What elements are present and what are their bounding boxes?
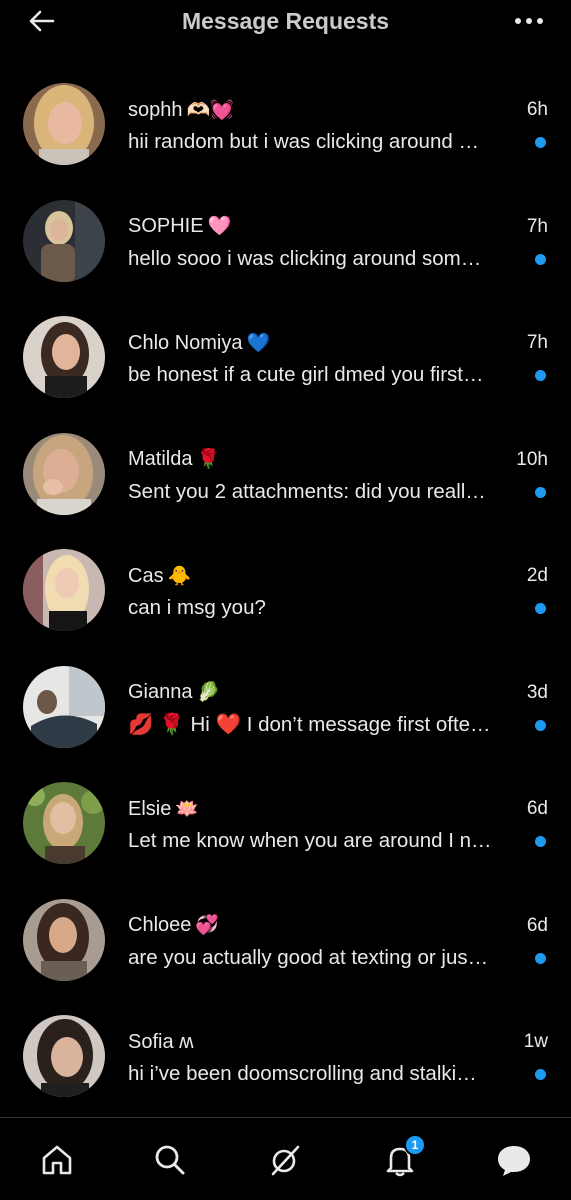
message-preview: are you actually good at texting or jus…	[128, 945, 489, 969]
home-icon	[42, 1145, 72, 1175]
message-request-row[interactable]: Sofia ʍ 1w hi i’ve been doomscrolling an…	[0, 1002, 571, 1119]
avatar[interactable]	[23, 898, 105, 981]
avatar[interactable]	[23, 199, 105, 282]
timestamp: 6d	[526, 914, 548, 936]
name-emoji: 💞	[195, 914, 220, 936]
sender-name: sophh	[128, 98, 183, 121]
timestamp: 10h	[516, 448, 548, 470]
message-request-row[interactable]: Gianna 🥬 3d 💋 🌹 Hi ❤️ I don’t message fi…	[0, 653, 571, 770]
back-arrow-icon	[29, 10, 55, 32]
unread-indicator	[535, 836, 546, 847]
nav-notifications[interactable]: 1	[380, 1134, 426, 1180]
message-preview: be honest if a cute girl dmed you first…	[128, 363, 484, 386]
sender-name: Matilda	[128, 448, 193, 470]
message-preview: hii random but i was clicking around …	[128, 130, 479, 153]
name-emoji: 💙	[246, 331, 271, 354]
sender-name: Chloee	[128, 914, 192, 936]
message-preview: Sent you 2 attachments: did you reall…	[128, 479, 486, 503]
name-emoji: 🩷	[207, 215, 232, 237]
unread-indicator	[535, 486, 546, 498]
message-preview: hello sooo i was clicking around som…	[128, 246, 482, 270]
bottom-nav: 1	[0, 1117, 571, 1200]
avatar[interactable]	[23, 316, 105, 398]
timestamp: 6h	[526, 99, 548, 120]
nav-messages[interactable]	[494, 1140, 534, 1180]
back-button[interactable]	[24, 4, 58, 38]
header: Message Requests	[0, 0, 571, 44]
messages-icon	[498, 1146, 530, 1176]
page-title: Message Requests	[181, 7, 390, 34]
message-requests-screen: Message Requests sophh 🫶🏻💓 6h hii random…	[0, 0, 571, 1200]
sender-name: Cas	[128, 564, 164, 587]
grok-icon	[271, 1145, 300, 1176]
notification-badge: 1	[404, 1134, 426, 1156]
avatar[interactable]	[23, 549, 105, 631]
more-icon	[515, 18, 543, 24]
nav-grok[interactable]	[265, 1140, 305, 1180]
avatar[interactable]	[23, 665, 105, 748]
timestamp: 3d	[526, 681, 548, 703]
name-emoji: 🫶🏻💓	[186, 98, 234, 121]
name-emoji: 🥬	[196, 681, 221, 703]
sender-name: SOPHIE	[128, 215, 204, 237]
sender-name: Sofia ʍ	[128, 1030, 194, 1053]
sender-name: Gianna	[128, 681, 193, 703]
avatar[interactable]	[23, 1015, 105, 1097]
more-options-button[interactable]	[511, 4, 547, 38]
name-emoji: 🌹	[196, 448, 221, 470]
unread-indicator	[535, 719, 546, 731]
timestamp: 2d	[526, 565, 548, 586]
timestamp: 1w	[523, 1031, 548, 1052]
nav-search[interactable]	[150, 1140, 190, 1180]
unread-indicator	[535, 952, 546, 964]
message-request-list: sophh 🫶🏻💓 6h hii random but i was clicki…	[0, 70, 571, 1119]
message-preview: Let me know when you are around I n…	[128, 829, 492, 852]
search-icon	[155, 1145, 185, 1175]
message-request-row[interactable]: Chloee 💞 6d are you actually good at tex…	[0, 886, 571, 1003]
timestamp: 6d	[526, 798, 548, 819]
avatar[interactable]	[23, 83, 105, 165]
message-request-row[interactable]: Chlo Nomiya 💙 7h be honest if a cute gir…	[0, 303, 571, 420]
avatar[interactable]	[23, 432, 105, 515]
message-request-row[interactable]: sophh 🫶🏻💓 6h hii random but i was clicki…	[0, 70, 571, 187]
unread-indicator	[535, 137, 546, 148]
message-preview: 💋 🌹 Hi ❤️ I don’t message first ofte…	[128, 712, 491, 736]
name-emoji: 🐥	[167, 564, 192, 587]
message-request-row[interactable]: SOPHIE 🩷 7h hello sooo i was clicking ar…	[0, 187, 571, 304]
message-preview: hi i’ve been doomscrolling and stalki…	[128, 1062, 477, 1085]
unread-indicator	[535, 253, 546, 265]
timestamp: 7h	[526, 215, 548, 237]
nav-home[interactable]	[37, 1140, 77, 1180]
unread-indicator	[535, 1069, 546, 1080]
message-request-row[interactable]: Matilda 🌹 10h Sent you 2 attachments: di…	[0, 420, 571, 537]
message-request-row[interactable]: Cas 🐥 2d can i msg you?	[0, 536, 571, 653]
name-emoji: 🪷	[175, 797, 200, 820]
message-preview: can i msg you?	[128, 596, 266, 619]
unread-indicator	[535, 603, 546, 614]
sender-name: Elsie	[128, 797, 172, 820]
timestamp: 7h	[526, 332, 548, 353]
avatar[interactable]	[23, 782, 105, 864]
unread-indicator	[535, 370, 546, 381]
sender-name: Chlo Nomiya	[128, 331, 243, 354]
message-request-row[interactable]: Elsie 🪷 6d Let me know when you are arou…	[0, 769, 571, 886]
